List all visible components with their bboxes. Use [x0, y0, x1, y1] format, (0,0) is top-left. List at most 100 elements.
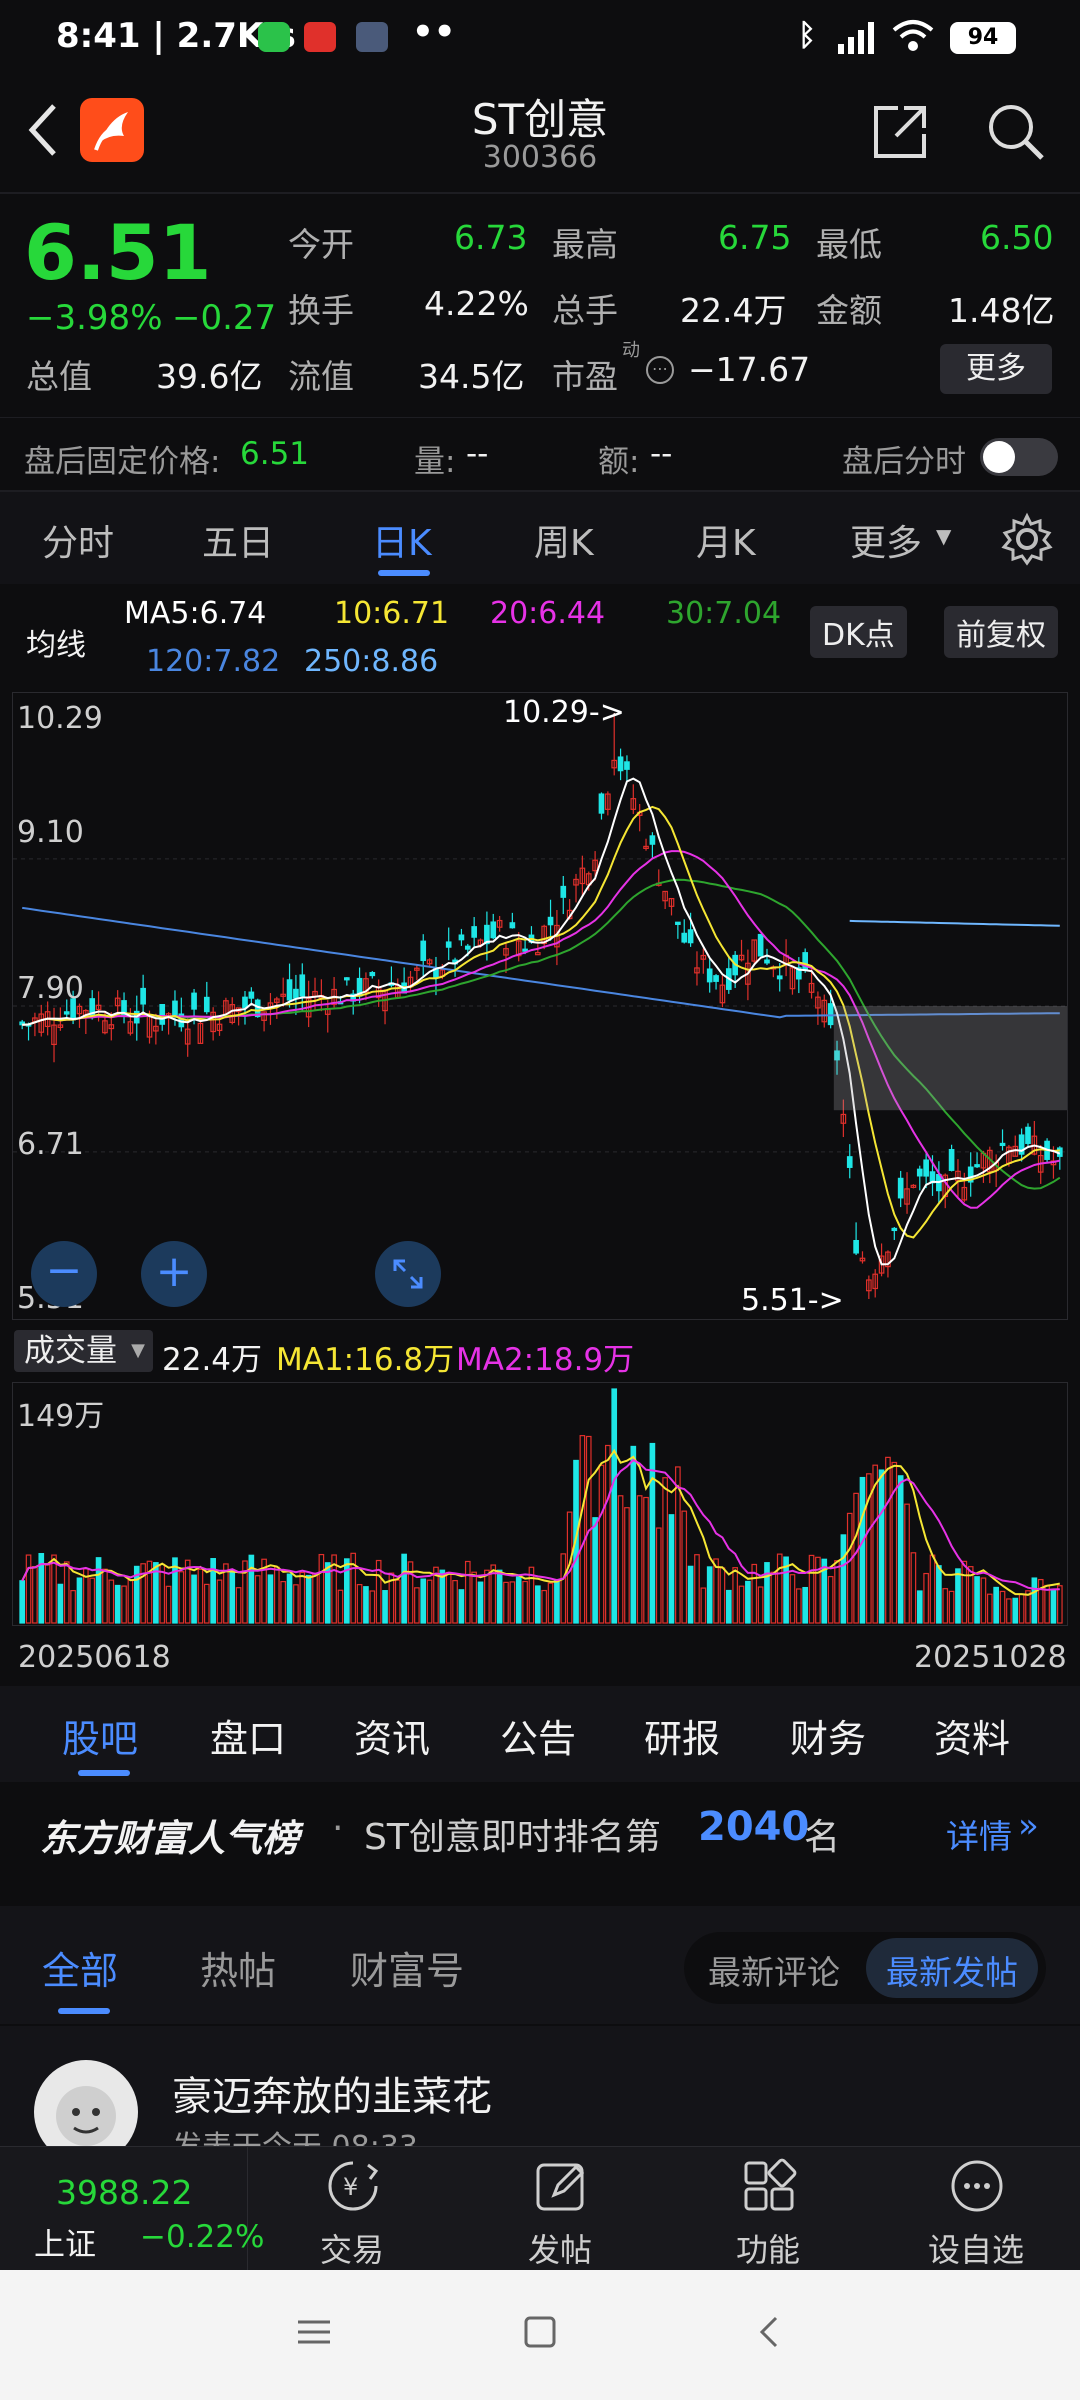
index-quote[interactable]: 3988.22 上证 −0.22%: [0, 2147, 264, 2271]
volume-bar: [808, 1554, 815, 1624]
volume-bar: [273, 1566, 280, 1624]
zoom-in-button[interactable]: +: [141, 1241, 207, 1307]
volume-bar: [267, 1574, 274, 1624]
volume-bar: [1056, 1585, 1063, 1624]
volume-chart[interactable]: 149万: [12, 1382, 1068, 1626]
gear-icon[interactable]: [1000, 512, 1054, 575]
home-icon[interactable]: [522, 2314, 558, 2354]
volume-bar: [108, 1579, 115, 1624]
sort-latest-post[interactable]: 最新发帖: [886, 1946, 1018, 1994]
volume-bar: [923, 1572, 929, 1624]
candlestick-chart[interactable]: 10.29 9.10 7.90 6.71 5.51 10.29-> 5.51->…: [12, 692, 1068, 1320]
fullscreen-icon[interactable]: [375, 1241, 441, 1307]
volume-bar: [63, 1561, 70, 1624]
tab-forum[interactable]: 股吧: [62, 1708, 138, 1763]
rank-number: 2040: [698, 1804, 810, 1850]
candle-body: [706, 968, 713, 983]
candle-body: [1025, 1126, 1031, 1144]
more-quote-button[interactable]: 更多: [940, 344, 1052, 394]
back-nav-icon[interactable]: [752, 2314, 788, 2354]
tab-announcements[interactable]: 公告: [500, 1708, 576, 1763]
tab-daily-k[interactable]: 日K: [372, 514, 432, 566]
volume-bar: [999, 1590, 1006, 1624]
y-tick-label: 6.71: [17, 1127, 84, 1162]
tab-hot-posts[interactable]: 热帖: [200, 1940, 276, 1995]
post-author[interactable]: 豪迈奔放的韭菜花: [172, 2064, 492, 2122]
after-hours-volume-label: 量:: [414, 444, 456, 480]
after-hours-toggle[interactable]: [980, 438, 1058, 476]
volume-bar: [815, 1556, 821, 1624]
info-icon[interactable]: ⋯: [646, 356, 674, 384]
post-item[interactable]: 豪迈奔放的韭菜花 发表于今天 08:33: [0, 2026, 1080, 2165]
popularity-rank-bar[interactable]: 东方财富人气榜 · ST创意即时排名第 2040 名 详情 »: [0, 1784, 1080, 1880]
nav-trade[interactable]: ¥ 交易: [252, 2147, 452, 2271]
candle-body: [757, 933, 764, 957]
nav-features[interactable]: 功能: [668, 2147, 868, 2271]
volume-bar: [44, 1564, 51, 1624]
volume-bar: [547, 1582, 554, 1624]
candle-body: [649, 835, 656, 845]
amount-value: 1.48亿: [948, 291, 1055, 330]
candle-body: [369, 971, 376, 977]
volume-bar: [598, 1464, 605, 1624]
volume-bar: [636, 1495, 643, 1624]
open-value: 6.73: [454, 218, 528, 257]
tab-research[interactable]: 研报: [644, 1708, 720, 1763]
chevron-down-icon: ▼: [936, 524, 952, 548]
tab-five-day[interactable]: 五日: [202, 514, 274, 566]
tab-monthly-k[interactable]: 月K: [696, 514, 756, 566]
volume-bar: [203, 1583, 210, 1624]
candle-body: [764, 959, 770, 964]
wifi-icon: [890, 18, 936, 63]
tab-more-periods[interactable]: 更多: [850, 514, 922, 566]
volume-bar: [312, 1572, 318, 1624]
turnover-value: 4.22%: [424, 284, 529, 323]
volume-bar: [859, 1476, 866, 1624]
nav-trade-label: 交易: [319, 2231, 384, 2269]
candle-body: [598, 793, 605, 814]
zoom-out-button[interactable]: −: [31, 1241, 97, 1307]
nav-post[interactable]: 发帖: [460, 2147, 660, 2271]
volume-bar: [299, 1571, 306, 1624]
tab-all-posts[interactable]: 全部: [42, 1940, 118, 1995]
volume-bar: [916, 1590, 923, 1624]
volume-top-tick: 149万: [17, 1399, 105, 1434]
price-adjust-button[interactable]: 前复权: [944, 606, 1058, 658]
volume-bar: [1012, 1597, 1019, 1624]
volume-bar: [929, 1554, 936, 1624]
volume-indicator-label: 成交量: [24, 1333, 117, 1369]
tab-order-book[interactable]: 盘口: [210, 1708, 286, 1763]
nav-watchlist[interactable]: 设自选: [876, 2147, 1076, 2271]
volume-bar: [891, 1461, 898, 1624]
sort-latest-comment[interactable]: 最新评论: [708, 1946, 840, 1994]
tab-news[interactable]: 资讯: [354, 1708, 430, 1763]
tab-profile[interactable]: 资料: [934, 1708, 1010, 1763]
candle-body: [293, 988, 299, 999]
volume-bar: [19, 1580, 26, 1624]
volume-bar: [318, 1553, 325, 1624]
candle-body: [713, 975, 719, 982]
candle-body: [675, 921, 681, 925]
volume-bar: [834, 1560, 840, 1624]
tab-intraday[interactable]: 分时: [42, 514, 114, 566]
menu-icon[interactable]: [296, 2314, 332, 2354]
dk-point-button[interactable]: DK点: [810, 606, 907, 658]
candle-body: [617, 756, 624, 772]
rank-details-link[interactable]: 详情: [946, 1810, 1012, 1858]
tab-weekly-k[interactable]: 周K: [534, 514, 594, 566]
active-tab-indicator: [78, 1770, 130, 1776]
low-value: 6.50: [980, 218, 1054, 257]
tab-wealth-accounts[interactable]: 财富号: [350, 1940, 464, 1995]
volume-bar: [827, 1575, 834, 1624]
wechat-icon: [258, 22, 290, 52]
search-icon[interactable]: [984, 100, 1048, 168]
volume-bar: [452, 1580, 458, 1624]
volume-indicator-select[interactable]: 成交量 ▼: [14, 1330, 153, 1372]
tab-financials[interactable]: 财务: [790, 1708, 866, 1763]
volume-bar: [293, 1584, 299, 1624]
share-icon[interactable]: [870, 102, 930, 166]
after-hours-volume-value: --: [466, 436, 489, 472]
nav-watchlist-label: 设自选: [927, 2231, 1024, 2269]
pe-dynamic-sup: 动: [622, 340, 640, 361]
bottom-nav: 3988.22 上证 −0.22% ¥ 交易 发帖 功能 设自选: [0, 2146, 1080, 2271]
